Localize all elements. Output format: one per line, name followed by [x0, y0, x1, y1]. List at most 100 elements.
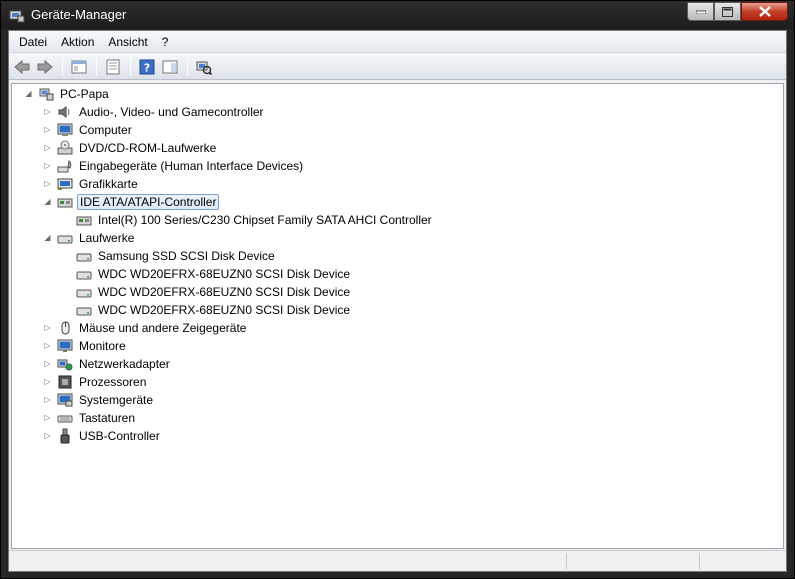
expand-arrow-icon[interactable]: ▷	[43, 143, 52, 152]
expand-arrow-icon[interactable]: ▷	[43, 359, 52, 368]
tree-item-label: Systemgeräte	[79, 393, 154, 407]
action-pane-icon	[162, 60, 178, 73]
menu-bar: Datei Aktion Ansicht ?	[9, 31, 786, 53]
expand-arrow-icon[interactable]: ▷	[43, 377, 52, 386]
tree-category[interactable]: ▷ Grafikkarte	[44, 175, 140, 193]
system-devices-icon	[57, 393, 73, 407]
computer-root-icon	[39, 88, 54, 101]
dvd-drive-icon	[57, 140, 73, 155]
tree-item-label: USB-Controller	[79, 429, 160, 443]
title-bar[interactable]: Geräte-Manager	[1, 1, 794, 29]
tree-category[interactable]: ▷ DVD/CD-ROM-Laufwerke	[44, 139, 218, 157]
ide-controller-icon	[57, 198, 73, 208]
expand-arrow-icon[interactable]: ▷	[43, 395, 52, 404]
computer-icon	[57, 123, 73, 136]
forward-button[interactable]	[34, 56, 56, 78]
tree-category[interactable]: ▷ Systemgeräte	[44, 391, 155, 409]
show-hide-console-tree-icon	[71, 60, 87, 73]
tree-item-label: Tastaturen	[79, 411, 136, 425]
tree-category[interactable]: ▷ Eingabegeräte (Human Interface Devices)	[44, 157, 305, 175]
toolbar: ?	[9, 54, 786, 80]
tree-item-label: Audio-, Video- und Gamecontroller	[79, 105, 264, 119]
toolbar-separator	[187, 57, 188, 76]
back-button[interactable]	[11, 56, 33, 78]
device-tree[interactable]: ◢ PC-Papa ▷ Audio-, Video- und Gamecontroll…	[11, 83, 784, 549]
disk-drive-icon	[57, 235, 73, 244]
expand-arrow-icon[interactable]: ▷	[43, 431, 52, 440]
close-button[interactable]	[741, 2, 788, 21]
usb-icon	[60, 428, 70, 444]
tree-item-label: Monitore	[79, 339, 126, 353]
tree-category[interactable]: ▷ Monitore	[44, 337, 128, 355]
tree-category[interactable]: ▷ Prozessoren	[44, 373, 148, 391]
tree-category[interactable]: ◢ Laufwerke	[44, 229, 136, 247]
tree-device[interactable]: WDC WD20EFRX-68EUZN0 SCSI Disk Device	[76, 265, 352, 283]
tree-device[interactable]: WDC WD20EFRX-68EUZN0 SCSI Disk Device	[76, 283, 352, 301]
hid-icon	[57, 160, 72, 173]
display-adapter-icon	[57, 178, 73, 190]
forward-icon	[37, 59, 53, 74]
expand-arrow-icon[interactable]: ▷	[43, 179, 52, 188]
help-button[interactable]: ?	[136, 56, 158, 78]
status-separator	[699, 553, 700, 570]
expand-arrow-icon[interactable]: ▷	[43, 125, 52, 134]
menu-aktion[interactable]: Aktion	[55, 33, 100, 51]
tree-item-label: Mäuse und andere Zeigegeräte	[79, 321, 247, 335]
tree-category[interactable]: ▷ Mäuse und andere Zeigegeräte	[44, 319, 248, 337]
tree-category[interactable]: ▷ Audio-, Video- und Gamecontroller	[44, 103, 266, 121]
tree-item-label: Prozessoren	[79, 375, 147, 389]
menu-help[interactable]: ?	[156, 33, 175, 51]
tree-category[interactable]: ▷ Computer	[44, 121, 134, 139]
tree-device[interactable]: WDC WD20EFRX-68EUZN0 SCSI Disk Device	[76, 301, 352, 319]
tree-category[interactable]: ▷ Tastaturen	[44, 409, 137, 427]
tree-item-label: Samsung SSD SCSI Disk Device	[98, 249, 275, 263]
collapse-arrow-icon[interactable]: ◢	[43, 233, 52, 242]
scan-hardware-button[interactable]	[193, 56, 215, 78]
expand-arrow-icon[interactable]: ▷	[43, 161, 52, 170]
menu-ansicht[interactable]: Ansicht	[102, 33, 153, 51]
tree-root[interactable]: ◢ PC-Papa	[25, 85, 111, 103]
tree-item-label: WDC WD20EFRX-68EUZN0 SCSI Disk Device	[98, 285, 351, 299]
tree-category[interactable]: ▷ USB-Controller	[44, 427, 162, 445]
collapse-arrow-icon[interactable]: ◢	[24, 89, 33, 98]
tree-item-label: Intel(R) 100 Series/C230 Chipset Family …	[98, 213, 432, 227]
toolbar-separator	[130, 57, 131, 76]
disk-drive-icon	[76, 253, 92, 262]
svg-text:?: ?	[144, 61, 150, 74]
tree-item-label: Grafikkarte	[79, 177, 138, 191]
back-icon	[14, 59, 30, 74]
tree-item-label: PC-Papa	[60, 87, 109, 101]
expand-arrow-icon[interactable]: ▷	[43, 341, 52, 350]
action-pane-button[interactable]	[159, 56, 181, 78]
disk-drive-icon	[76, 271, 92, 280]
keyboard-icon	[57, 415, 73, 423]
tree-category[interactable]: ▷ Netzwerkadapter	[44, 355, 172, 373]
status-bar	[9, 550, 786, 571]
console-tree-button[interactable]	[68, 56, 90, 78]
toolbar-separator	[96, 57, 97, 76]
tree-device[interactable]: Intel(R) 100 Series/C230 Chipset Family …	[76, 211, 434, 229]
tree-device[interactable]: Samsung SSD SCSI Disk Device	[76, 247, 277, 265]
tree-category[interactable]: ◢ IDE ATA/ATAPI-Controller	[44, 193, 220, 211]
ide-controller-icon	[76, 216, 92, 226]
mouse-icon	[61, 321, 70, 335]
properties-button[interactable]	[102, 56, 124, 78]
scan-hardware-icon	[196, 61, 212, 75]
network-adapter-icon	[57, 359, 73, 371]
maximize-icon	[722, 6, 733, 17]
tree-item-label: WDC WD20EFRX-68EUZN0 SCSI Disk Device	[98, 267, 351, 281]
expand-arrow-icon[interactable]: ▷	[43, 413, 52, 422]
maximize-button[interactable]	[714, 2, 741, 21]
minimize-button[interactable]	[687, 2, 714, 21]
expand-arrow-icon[interactable]: ▷	[43, 323, 52, 332]
help-icon: ?	[139, 59, 155, 74]
tree-item-label: Eingabegeräte (Human Interface Devices)	[79, 159, 304, 173]
client-area: Datei Aktion Ansicht ? ? ◢ PC-Papa ▷ Aud…	[8, 30, 787, 572]
status-separator	[566, 553, 567, 570]
close-icon	[758, 6, 771, 17]
disk-drive-icon	[76, 289, 92, 298]
collapse-arrow-icon[interactable]: ◢	[43, 197, 52, 206]
expand-arrow-icon[interactable]: ▷	[43, 107, 52, 116]
menu-datei[interactable]: Datei	[13, 33, 53, 51]
tree-item-label: DVD/CD-ROM-Laufwerke	[79, 141, 217, 155]
